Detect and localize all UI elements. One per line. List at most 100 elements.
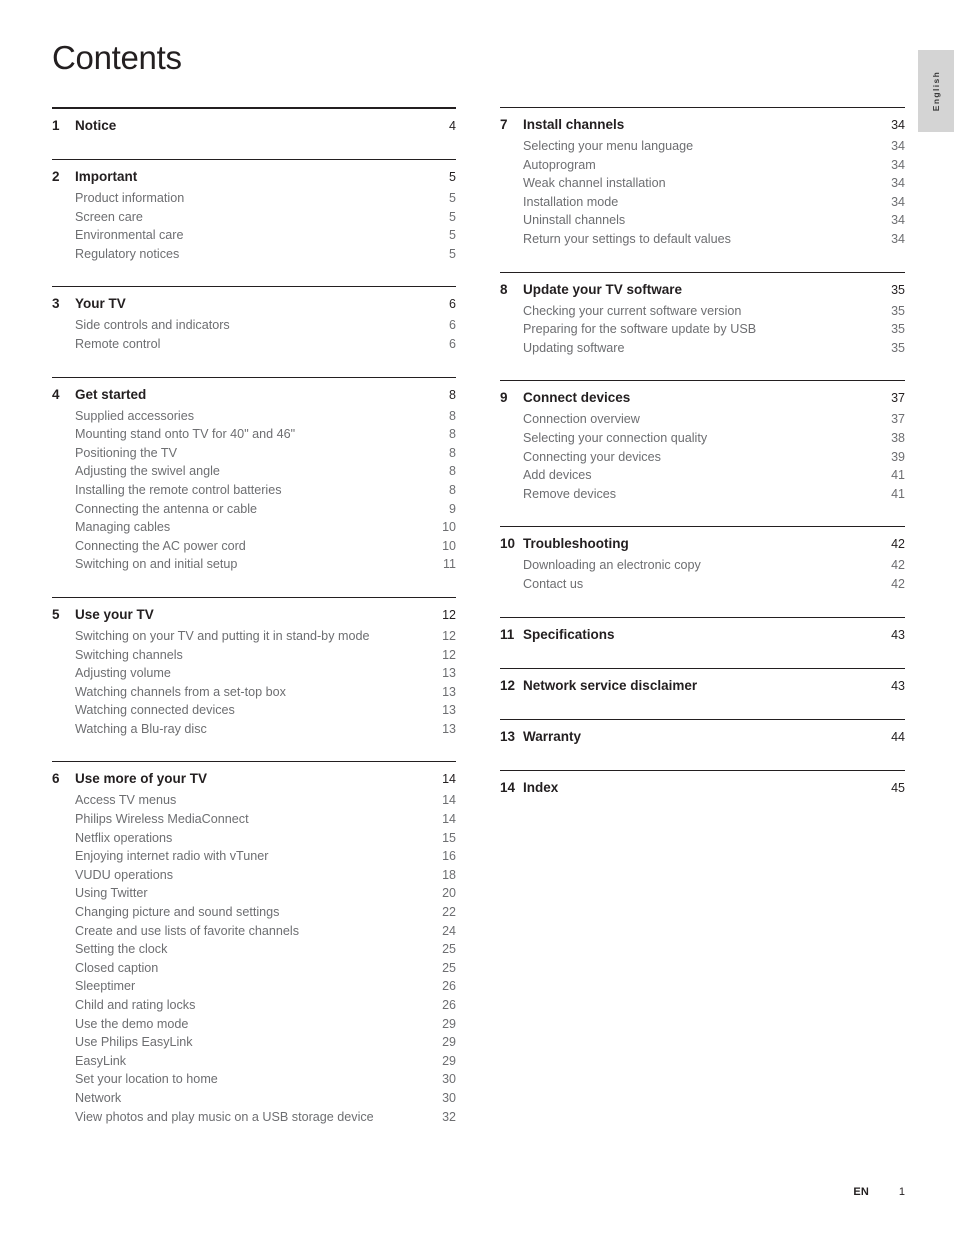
toc-subitem-row[interactable]: Set your location to home 30 [52, 1070, 456, 1089]
toc-chapter-row[interactable]: 11 Specifications 43 [500, 624, 905, 654]
toc-chapter-row[interactable]: 4 Get started 8 [52, 384, 456, 407]
toc-subitem-row[interactable]: Child and rating locks 26 [52, 996, 456, 1015]
toc-subitem-row[interactable]: Switching on your TV and putting it in s… [52, 627, 456, 646]
toc-subitem-row[interactable]: Watching channels from a set-top box 13 [52, 683, 456, 702]
toc-subitem-row[interactable]: Uninstall channels 34 [500, 211, 905, 230]
toc-subitem-row[interactable]: Weak channel installation 34 [500, 174, 905, 193]
toc-subitem-row[interactable]: Selecting your connection quality 38 [500, 429, 905, 448]
toc-subitem-row[interactable]: EasyLink 29 [52, 1052, 456, 1071]
toc-chapter-row[interactable]: 12 Network service disclaimer 43 [500, 675, 905, 705]
toc-chapter-row[interactable]: 10 Troubleshooting 42 [500, 533, 905, 556]
toc-chapter-group: 7 Install channels 34 Selecting your menu l… [500, 107, 905, 258]
toc-chapter-row[interactable]: 1 Notice 4 [52, 115, 456, 145]
toc-subitem-row[interactable]: Create and use lists of favorite channel… [52, 922, 456, 941]
toc-subitem-row[interactable]: Closed caption 25 [52, 959, 456, 978]
toc-subitem-row[interactable]: Contact us 42 [500, 575, 905, 603]
toc-subitem-row[interactable]: Adjusting volume 13 [52, 664, 456, 683]
toc-subitem-page: 11 [443, 557, 456, 572]
toc-chapter-title: Warranty [523, 728, 582, 744]
toc-chapter-row[interactable]: 9 Connect devices 37 [500, 387, 905, 410]
footer-language-code: EN [853, 1186, 869, 1198]
toc-chapter-group: 2 Important 5 Product information 5 Screen ca… [52, 159, 456, 272]
toc-chapter-row[interactable]: 3 Your TV 6 [52, 293, 456, 316]
toc-subitem-row[interactable]: Use the demo mode 29 [52, 1015, 456, 1034]
toc-subitem-row[interactable]: Selecting your menu language 34 [500, 137, 905, 156]
toc-subitem-row[interactable]: Side controls and indicators 6 [52, 316, 456, 335]
toc-subitem-row[interactable]: Return your settings to default values 34 [500, 230, 905, 258]
toc-subitem-row[interactable]: Remote control 6 [52, 335, 456, 363]
toc-subitem-row[interactable]: Connecting the AC power cord 10 [52, 537, 456, 556]
toc-subitem-page: 12 [442, 628, 456, 643]
toc-subitem-row[interactable]: Network 30 [52, 1089, 456, 1108]
toc-subitem-label: Updating software [523, 340, 625, 355]
toc-subitem-page: 29 [442, 1035, 456, 1050]
toc-chapter-row[interactable]: 6 Use more of your TV 14 [52, 768, 456, 791]
toc-subitem-row[interactable]: Supplied accessories 8 [52, 407, 456, 426]
toc-subitem-label: Product information [75, 191, 185, 205]
toc-subitem-row[interactable]: Checking your current software version 35 [500, 302, 905, 321]
toc-subitem-row[interactable]: Sleeptimer 26 [52, 977, 456, 996]
toc-subitem-row[interactable]: View photos and play music on a USB stor… [52, 1108, 456, 1136]
toc-subitem-row[interactable]: Netflix operations 15 [52, 829, 456, 848]
toc-subitem-row[interactable]: Setting the clock 25 [52, 940, 456, 959]
toc-subitem-row[interactable]: Installation mode 34 [500, 193, 905, 212]
toc-subitem-row[interactable]: Managing cables 10 [52, 518, 456, 537]
toc-subitem-row[interactable]: Regulatory notices 5 [52, 245, 456, 273]
toc-subitem-row[interactable]: Updating software 35 [500, 339, 905, 367]
toc-subitem-row[interactable]: Changing picture and sound settings 22 [52, 903, 456, 922]
toc-chapter-number: 14 [500, 779, 516, 795]
toc-subitem-row[interactable]: Autoprogram 34 [500, 156, 905, 175]
toc-subitem-page: 35 [891, 322, 905, 337]
toc-subitem-row[interactable]: Downloading an electronic copy 42 [500, 556, 905, 575]
toc-subitem-label: Positioning the TV [75, 445, 177, 460]
toc-subitem-row[interactable]: Remove devices 41 [500, 485, 905, 513]
toc-subitem-label: Adjusting volume [75, 666, 171, 681]
toc-subitem-row[interactable]: Connecting your devices 39 [500, 448, 905, 467]
toc-chapter-number: 11 [500, 626, 515, 642]
toc-chapter-row[interactable]: 7 Install channels 34 [500, 114, 905, 137]
toc-subitem-page: 6 [449, 336, 456, 351]
toc-subitem-label: Connection overview [523, 412, 640, 427]
toc-chapter-title: Specifications [523, 626, 615, 642]
toc-subitem-page: 32 [442, 1109, 456, 1124]
footer-page-number: 1 [898, 1186, 905, 1198]
toc-subitem-page: 10 [442, 538, 456, 553]
toc-chapter-row[interactable]: 2 Important 5 [52, 166, 456, 189]
toc-subitem-row[interactable]: Product information 5 [52, 189, 456, 208]
toc-subitem-row[interactable]: Preparing for the software update by USB… [500, 320, 905, 339]
toc-subitem-row[interactable]: Add devices 41 [500, 466, 905, 485]
toc-subitem-row[interactable]: Mounting stand onto TV for 40" and 46" 8 [52, 425, 456, 444]
toc-chapter-page: 35 [891, 282, 905, 297]
toc-subitem-row[interactable]: Screen care 5 [52, 208, 456, 227]
toc-chapter-group: 13 Warranty 44 [500, 718, 905, 756]
toc-subitem-row[interactable]: Watching connected devices 13 [52, 701, 456, 720]
toc-subitem-label: Netflix operations [75, 830, 173, 845]
toc-chapter-page: 14 [442, 772, 456, 787]
toc-subitem-row[interactable]: Switching on and initial setup 11 [52, 555, 456, 583]
toc-subitem-row[interactable]: Use Philips EasyLink 29 [52, 1033, 456, 1052]
toc-chapter-row[interactable]: 14 Index 45 [500, 777, 905, 807]
toc-subitem-row[interactable]: VUDU operations 18 [52, 866, 456, 885]
toc-subitem-row[interactable]: Watching a Blu-ray disc 13 [52, 720, 456, 748]
toc-subitem-row[interactable]: Access TV menus 14 [52, 791, 456, 810]
toc-subitem-row[interactable]: Adjusting the swivel angle 8 [52, 462, 456, 481]
toc-chapter-page: 44 [891, 729, 905, 744]
toc-subitem-row[interactable]: Positioning the TV 8 [52, 444, 456, 463]
toc-subitem-page: 13 [442, 684, 456, 699]
toc-subitem-row[interactable]: Switching channels 12 [52, 646, 456, 665]
toc-subitem-row[interactable]: Installing the remote control batteries 8 [52, 481, 456, 500]
toc-chapter-row[interactable]: 13 Warranty 44 [500, 726, 905, 756]
toc-chapter-row[interactable]: 5 Use your TV 12 [52, 604, 456, 627]
toc-subitem-row[interactable]: Using Twitter 20 [52, 884, 456, 903]
toc-subitem-row[interactable]: Philips Wireless MediaConnect 14 [52, 810, 456, 829]
toc-subitem-label: Downloading an electronic copy [523, 558, 701, 573]
toc-subitem-page: 37 [891, 412, 905, 427]
toc-chapter-number: 3 [52, 296, 60, 312]
toc-subitem-row[interactable]: Connection overview 37 [500, 410, 905, 429]
toc-chapter-row[interactable]: 8 Update your TV software 35 [500, 279, 905, 302]
toc-subitem-row[interactable]: Connecting the antenna or cable 9 [52, 500, 456, 519]
toc-subitem-row[interactable]: Enjoying internet radio with vTuner 16 [52, 847, 456, 866]
toc-subitem-page: 5 [449, 228, 456, 243]
toc-subitem-label: Using Twitter [75, 886, 148, 901]
toc-subitem-row[interactable]: Environmental care 5 [52, 226, 456, 245]
